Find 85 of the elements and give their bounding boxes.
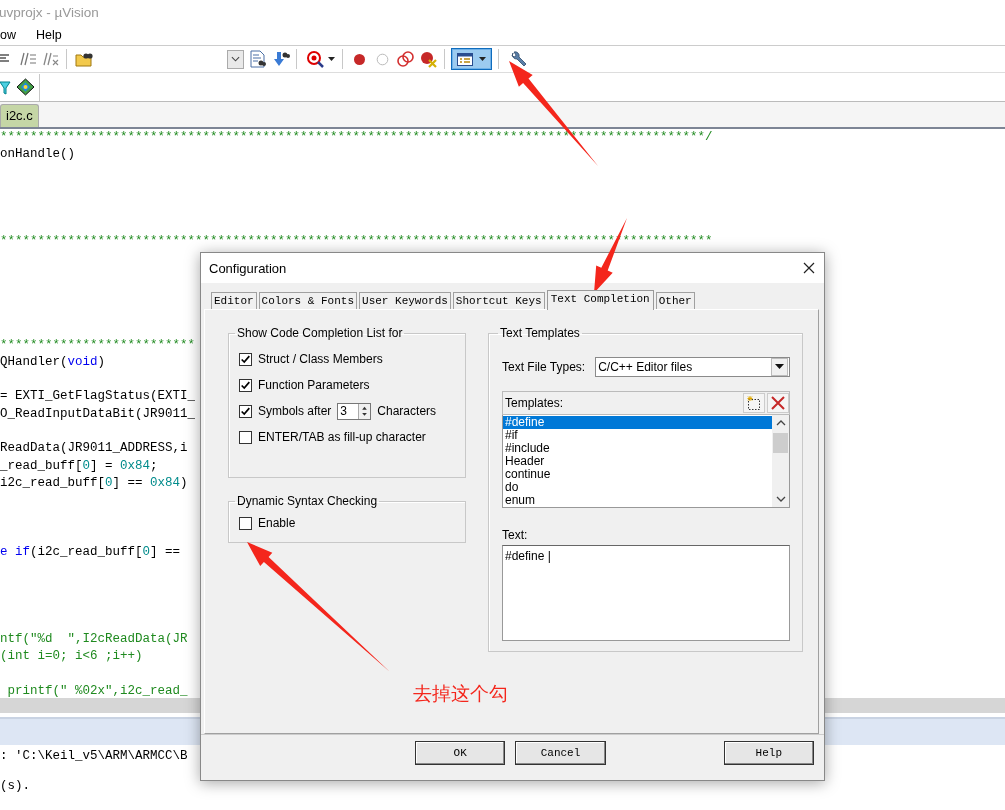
comment-lines-icon[interactable] xyxy=(20,52,36,66)
annotation-text: 去掉这个勾 xyxy=(413,681,508,706)
code-line: e if(i2c_read_buff[0] == xyxy=(0,544,181,562)
group-title: Dynamic Syntax Checking xyxy=(236,494,379,508)
templates-list[interactable]: #define #if #include Header continue do enum xyxy=(502,415,790,508)
new-item-button[interactable] xyxy=(743,393,765,413)
close-button[interactable] xyxy=(802,261,816,275)
list-header-label: Templates: xyxy=(505,396,564,410)
funnel-icon[interactable] xyxy=(0,79,11,95)
checkbox-label: Struct / Class Members xyxy=(258,352,383,366)
code-line: (int i=0; i<6 ;i++) xyxy=(0,647,143,665)
wrench-icon[interactable] xyxy=(510,50,527,68)
magnifier-icon[interactable] xyxy=(306,50,324,68)
scrollbar[interactable] xyxy=(772,415,789,507)
number-spinner[interactable]: 3 xyxy=(337,402,372,420)
file-types-dropdown[interactable]: C/C++ Editor files xyxy=(595,357,790,377)
code-line: ************************** xyxy=(0,336,196,354)
checkbox[interactable] xyxy=(239,516,252,530)
checkbox[interactable] xyxy=(239,378,252,392)
tab[interactable]: Other xyxy=(655,292,695,309)
checkbox[interactable] xyxy=(239,404,252,418)
list-item[interactable]: Header xyxy=(503,455,772,468)
list-item[interactable]: #define xyxy=(503,416,772,429)
checkbox-label: Enable xyxy=(258,516,296,530)
menu-item[interactable]: ow xyxy=(0,28,16,42)
dialog-title: Configuration xyxy=(209,260,287,276)
text-lines-icon[interactable] xyxy=(0,53,10,65)
file-tab[interactable]: i2c.c xyxy=(0,104,39,127)
field-label: Text File Types: xyxy=(502,360,586,374)
caret-icon[interactable] xyxy=(328,56,335,62)
tab[interactable]: User Keywords xyxy=(359,292,451,309)
text-area[interactable]: #define | xyxy=(502,545,790,641)
code-line: ntf("%d ",I2cReadData(JR xyxy=(0,630,188,648)
dialog-button[interactable]: Help xyxy=(723,741,814,765)
circle-cross-icon[interactable] xyxy=(420,50,438,68)
checkbox[interactable] xyxy=(239,352,252,366)
scroll-up-icon[interactable] xyxy=(775,419,786,427)
window-title: uvprojx - µVision xyxy=(0,5,99,20)
folder-search-icon[interactable] xyxy=(75,51,93,67)
chevron-down-icon xyxy=(231,56,240,62)
window-view-button[interactable] xyxy=(451,48,492,70)
list-item[interactable]: enum xyxy=(503,494,772,507)
tab[interactable]: Colors & Fonts xyxy=(258,292,358,309)
filled-circle-icon[interactable] xyxy=(353,52,366,66)
checkbox-label: Function Parameters xyxy=(258,378,370,392)
group-title: Show Code Completion List for xyxy=(236,326,404,340)
diamond-grid-icon[interactable] xyxy=(16,78,35,96)
menu-item[interactable]: Help xyxy=(36,28,62,42)
dialog-button[interactable]: OK xyxy=(415,741,506,765)
checkbox-label: Symbols after xyxy=(258,404,332,418)
document-search-icon[interactable] xyxy=(250,50,266,68)
tab[interactable]: Editor xyxy=(211,292,257,309)
tab[interactable]: Text Completion xyxy=(546,290,654,310)
code-line: ReadData(JR9011_ADDRESS,i xyxy=(0,440,188,458)
dropdown-button[interactable] xyxy=(227,49,244,69)
code-line: onHandle() xyxy=(0,146,75,164)
list-item[interactable]: continue xyxy=(503,468,772,481)
unit-label: Characters xyxy=(377,404,437,418)
list-item[interactable]: do xyxy=(503,481,772,494)
list-item[interactable]: #include xyxy=(503,442,772,455)
code-line: printf(" %02x",i2c_read_ xyxy=(6,682,188,698)
delete-button[interactable] xyxy=(767,393,789,413)
scroll-down-icon[interactable] xyxy=(775,495,786,503)
code-line: O_ReadInputDataBit(JR9011_ xyxy=(0,405,196,423)
checkbox-label: ENTER/TAB as fill-up character xyxy=(258,430,426,444)
uncomment-lines-icon[interactable] xyxy=(43,52,59,66)
caret-icon xyxy=(775,364,784,370)
group-title: Text Templates xyxy=(499,326,581,340)
code-line: QHandler(void) xyxy=(0,353,106,371)
list-item[interactable]: #if xyxy=(503,429,772,442)
scroll-thumb[interactable] xyxy=(773,433,788,453)
output-line: : 'C:\Keil_v5\ARM\ARMCC\B xyxy=(0,749,188,764)
checkbox[interactable] xyxy=(239,430,252,444)
dialog-button[interactable]: Cancel xyxy=(515,741,606,765)
caret-icon xyxy=(479,56,486,62)
output-line: (s). xyxy=(0,779,30,794)
window-icon xyxy=(457,52,473,66)
code-line: i2c_read_buff[0] == 0x84) xyxy=(0,474,188,492)
code-line: _read_buff[0] = 0x84; xyxy=(0,457,158,475)
code-line: = EXTI_GetFlagStatus(EXTI_ xyxy=(0,388,196,406)
tab[interactable]: Shortcut Keys xyxy=(452,292,545,309)
code-line: *********************************************************************************************** xyxy=(0,232,713,250)
download-search-icon[interactable] xyxy=(272,50,290,68)
double-circle-icon[interactable] xyxy=(397,51,414,67)
field-label: Text: xyxy=(502,528,528,542)
